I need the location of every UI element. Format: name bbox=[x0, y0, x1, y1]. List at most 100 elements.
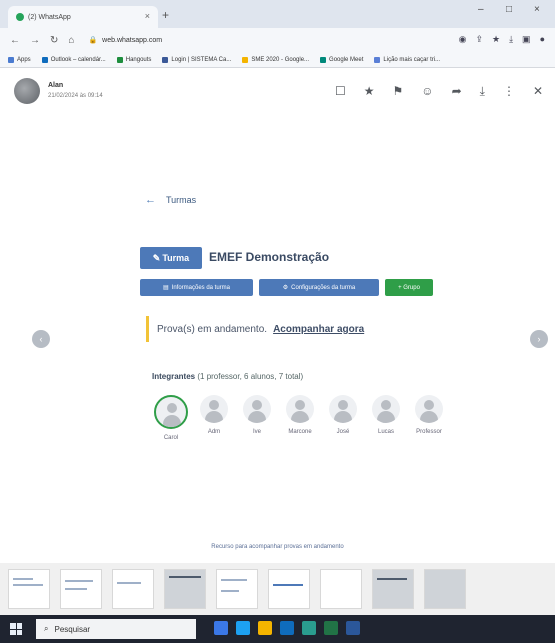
prev-image-button[interactable]: ‹ bbox=[32, 330, 50, 348]
file-explorer-icon[interactable] bbox=[258, 621, 272, 635]
chevron-right-icon: › bbox=[537, 334, 541, 344]
member-name: Professor bbox=[416, 429, 442, 435]
avatar[interactable] bbox=[14, 78, 40, 104]
media-thumbnail[interactable] bbox=[60, 569, 102, 609]
outlook-icon[interactable] bbox=[280, 621, 294, 635]
taskbar-search[interactable]: ⌕ Pesquisar bbox=[36, 619, 196, 639]
media-thumbnail[interactable] bbox=[112, 569, 154, 609]
edge-icon[interactable] bbox=[236, 621, 250, 635]
user-avatar-icon bbox=[243, 395, 271, 423]
class-settings-button[interactable]: ⚙ Configurações da turma bbox=[259, 279, 379, 296]
bookmark-icon bbox=[41, 56, 48, 63]
star-icon[interactable]: ★ bbox=[492, 34, 500, 45]
gear-icon: ⚙ bbox=[282, 285, 289, 291]
emoji-icon[interactable]: ☺ bbox=[421, 84, 433, 99]
bookmark-item[interactable]: Google Meet bbox=[320, 56, 363, 63]
word-icon[interactable] bbox=[346, 621, 360, 635]
forward-icon[interactable]: ➦ bbox=[452, 84, 462, 99]
bookmark-icon bbox=[116, 56, 123, 63]
info-icon: ▤ bbox=[162, 285, 169, 291]
media-thumbnail[interactable] bbox=[164, 569, 206, 609]
close-icon[interactable]: ✕ bbox=[533, 84, 543, 99]
whatsapp-icon bbox=[16, 13, 24, 21]
reload-icon[interactable]: ↻ bbox=[50, 35, 58, 46]
back-link[interactable]: ← Turmas bbox=[145, 194, 196, 206]
chat-icon[interactable]: ☐ bbox=[335, 84, 346, 99]
new-group-button[interactable]: + Grupo bbox=[385, 279, 433, 296]
member-item[interactable]: José bbox=[325, 395, 361, 435]
browser-tab[interactable]: (2) WhatsApp × bbox=[8, 6, 158, 28]
windows-start-icon[interactable] bbox=[10, 623, 22, 635]
window-close-button[interactable]: × bbox=[534, 4, 540, 15]
arrow-left-icon: ← bbox=[145, 194, 156, 206]
member-item[interactable]: Carol bbox=[153, 395, 189, 441]
bookmark-item[interactable]: Lição mais caçar tri... bbox=[374, 56, 440, 63]
user-avatar-icon bbox=[372, 395, 400, 423]
footnote-text: Recurso para acompanhar provas em andame… bbox=[211, 544, 344, 550]
media-thumbnail[interactable] bbox=[424, 569, 466, 609]
media-viewer-header: Alan 21/02/2024 às 09:14 ☐ ★ ⚑ ☺ ➦ ⤓ ⋮ ✕ bbox=[0, 70, 555, 110]
address-bar-row: ← → ↻ ⌂ 🔒 web.whatsapp.com ◉ ⇪ ★ ⤓ ▣ ● bbox=[0, 28, 555, 52]
task-view-icon[interactable] bbox=[214, 621, 228, 635]
member-name: Lucas bbox=[377, 429, 394, 435]
class-info-button[interactable]: ▤ Informações da turma bbox=[140, 279, 253, 296]
alert-text: Prova(s) em andamento. bbox=[157, 323, 268, 335]
media-thumbnail-strip bbox=[0, 563, 555, 615]
extensions-icon[interactable]: ▣ bbox=[522, 34, 531, 45]
pin-icon[interactable]: ⚑ bbox=[393, 84, 404, 99]
chrome-icon[interactable] bbox=[302, 621, 316, 635]
bookmark-item[interactable]: Hangouts bbox=[116, 56, 151, 63]
bookmark-item[interactable]: Outlook – calendár... bbox=[41, 56, 106, 63]
maximize-button[interactable]: □ bbox=[506, 4, 512, 15]
minimize-button[interactable]: – bbox=[478, 4, 484, 15]
members-title: Integrantes bbox=[152, 372, 196, 381]
star-icon[interactable]: ★ bbox=[364, 84, 375, 99]
back-arrow-icon[interactable]: ← bbox=[10, 35, 20, 46]
user-avatar-icon bbox=[154, 395, 188, 429]
home-icon[interactable]: ⌂ bbox=[68, 35, 74, 46]
next-image-button[interactable]: › bbox=[530, 330, 548, 348]
new-tab-button[interactable]: + bbox=[162, 8, 169, 22]
bookmark-icon bbox=[8, 56, 14, 63]
members-count: (1 professor, 6 alunos, 7 total) bbox=[197, 372, 304, 381]
forward-arrow-icon[interactable]: → bbox=[30, 35, 40, 46]
back-label: Turmas bbox=[166, 195, 197, 205]
exam-in-progress-alert: Prova(s) em andamento. Acompanhar agora bbox=[146, 316, 408, 342]
member-item[interactable]: Marcone bbox=[282, 395, 318, 435]
excel-icon[interactable] bbox=[324, 621, 338, 635]
bookmark-item[interactable]: Login | SISTEMA Ca... bbox=[162, 56, 231, 63]
download-icon[interactable]: ⤓ bbox=[509, 34, 513, 45]
member-item[interactable]: Professor bbox=[411, 395, 447, 435]
download-icon[interactable]: ⤓ bbox=[480, 84, 485, 99]
user-avatar-icon bbox=[200, 395, 228, 423]
member-item[interactable]: Ive bbox=[239, 395, 275, 435]
bookmark-icon bbox=[162, 56, 169, 63]
media-thumbnail[interactable] bbox=[372, 569, 414, 609]
school-name: EMEF Demonstração bbox=[209, 250, 330, 264]
camera-icon[interactable]: ◉ bbox=[459, 34, 467, 45]
bookmark-item[interactable]: SME 2020 - Google... bbox=[242, 56, 309, 63]
member-name: Marcone bbox=[288, 429, 312, 435]
profile-icon[interactable]: ● bbox=[540, 34, 545, 45]
media-thumbnail[interactable] bbox=[216, 569, 258, 609]
browser-tab-bar: (2) WhatsApp × + – □ × bbox=[0, 0, 555, 28]
chevron-left-icon: ‹ bbox=[39, 334, 43, 344]
media-thumbnail[interactable] bbox=[320, 569, 362, 609]
user-avatar-icon bbox=[286, 395, 314, 423]
member-name: Adm bbox=[207, 429, 221, 435]
more-icon[interactable]: ⋮ bbox=[503, 84, 515, 99]
turma-badge: ✎ Turma bbox=[140, 247, 202, 269]
follow-now-link[interactable]: Acompanhar agora bbox=[273, 324, 364, 335]
media-thumbnail[interactable] bbox=[8, 569, 50, 609]
url-text: web.whatsapp.com bbox=[102, 36, 163, 44]
lock-icon: 🔒 bbox=[88, 37, 98, 44]
member-item[interactable]: Adm bbox=[196, 395, 232, 435]
url-field[interactable]: 🔒 web.whatsapp.com bbox=[88, 36, 163, 45]
user-avatar-icon bbox=[329, 395, 357, 423]
member-item[interactable]: Lucas bbox=[368, 395, 404, 435]
bookmark-item[interactable]: Apps bbox=[8, 56, 31, 63]
share-icon[interactable]: ⇪ bbox=[475, 34, 483, 45]
tab-close-button[interactable]: × bbox=[145, 11, 150, 21]
user-avatar-icon bbox=[415, 395, 443, 423]
media-thumbnail[interactable] bbox=[268, 569, 310, 609]
